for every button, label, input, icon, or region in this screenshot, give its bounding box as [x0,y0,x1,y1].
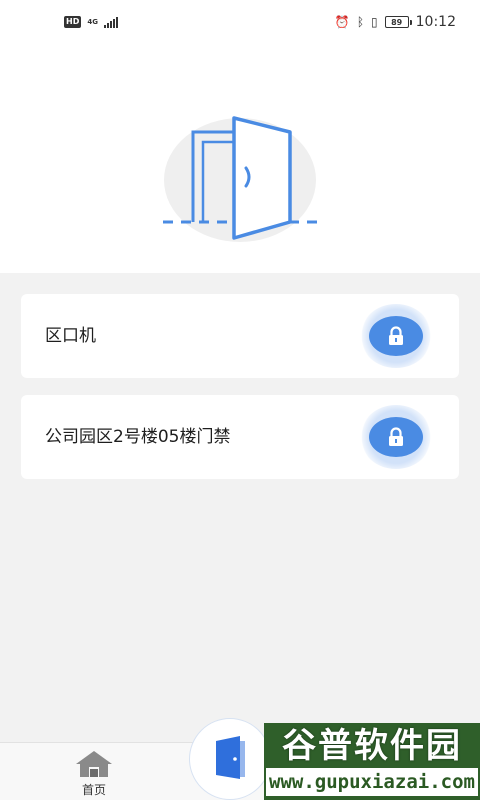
vibrate-icon: ▯ [371,15,378,29]
signal-icon [103,16,118,28]
device-card[interactable]: 公司园区2号楼05楼门禁 [21,395,459,479]
home-icon [76,751,112,777]
lock-icon [369,417,423,457]
unlock-button[interactable] [357,405,435,469]
device-name: 区口机 [45,326,96,346]
nav-door-button[interactable] [189,718,271,800]
nav-home-label: 首页 [81,783,106,797]
lock-icon [369,316,423,356]
device-name: 公司园区2号楼05楼门禁 [45,427,231,447]
device-card[interactable]: 区口机 [21,294,459,378]
clock: 10:12 [415,14,456,30]
watermark-url: www.gupuxiazai.com [266,768,478,796]
status-right: ⏰ ᛒ ▯ 89 10:12 [335,14,456,30]
open-door-illustration [163,116,320,242]
status-bar: HD 4G ⏰ ᛒ ▯ 89 10:12 [0,0,480,44]
door-icon [216,736,245,779]
status-left: HD 4G [64,16,118,28]
alarm-icon: ⏰ [334,15,350,29]
battery-icon: 89 [384,16,412,28]
network-type: 4G [87,17,98,26]
watermark-title: 谷普软件园 [282,726,462,766]
hd-indicator: HD [64,16,82,28]
hero-banner [0,44,480,273]
bluetooth-icon: ᛒ [356,15,365,29]
unlock-button[interactable] [357,304,435,368]
nav-home-tab[interactable]: 首页 [62,749,126,799]
